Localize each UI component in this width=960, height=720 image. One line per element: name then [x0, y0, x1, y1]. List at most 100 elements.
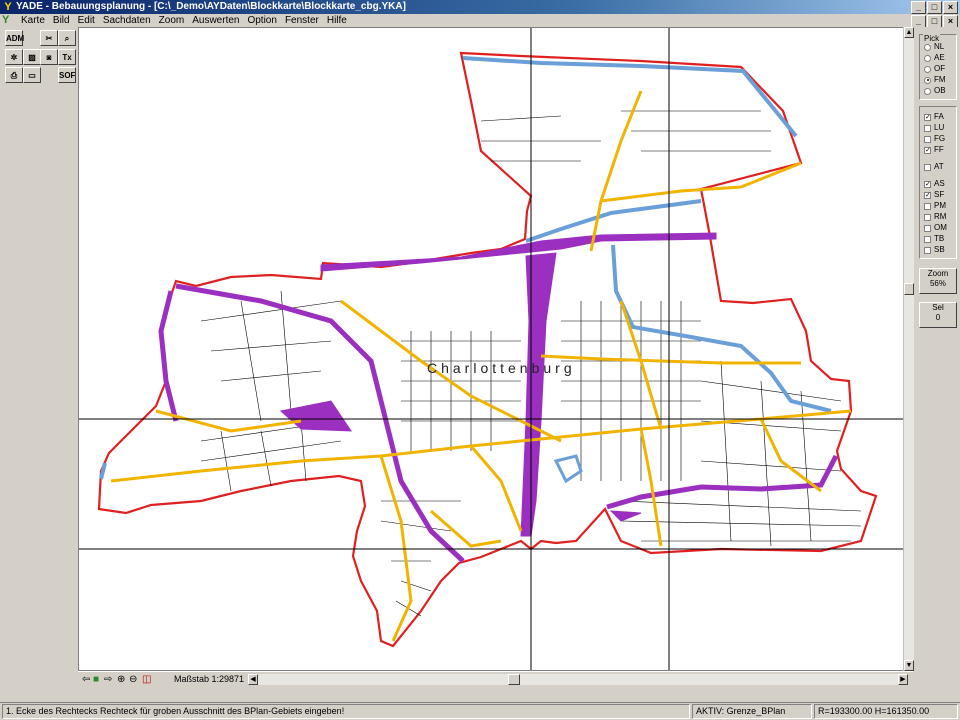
pick-option-of[interactable]: OF: [924, 64, 945, 74]
status-coordinates: R=193300.00 H=161350.00: [814, 704, 958, 719]
hatch-pattern-icon[interactable]: ▨: [23, 49, 41, 65]
camera-icon[interactable]: ◙: [40, 49, 58, 65]
vertical-scrollbar[interactable]: ▲ ▼: [903, 27, 914, 671]
tools-icon[interactable]: ✂: [40, 30, 58, 46]
layer-option-label: PM: [934, 201, 946, 210]
radio-icon[interactable]: [924, 65, 931, 73]
radio-icon[interactable]: [924, 76, 931, 84]
window-controls: _ □ ×: [911, 1, 958, 14]
text-tool-button[interactable]: Tx: [58, 49, 76, 65]
pick-option-fm[interactable]: FM: [924, 75, 946, 85]
menu-item-option[interactable]: Option: [243, 14, 280, 27]
layer-option-ff[interactable]: ✓ FF: [924, 145, 944, 155]
vertical-scroll-thumb[interactable]: [904, 283, 914, 295]
zoom-value: 56%: [929, 279, 946, 288]
layer-option-label: FG: [934, 134, 946, 143]
maximize-button[interactable]: □: [927, 1, 942, 14]
pick-option-ob[interactable]: OB: [924, 86, 946, 96]
pan-center-icon[interactable]: ■: [93, 674, 99, 685]
sof-tool-button[interactable]: SOF: [58, 67, 76, 83]
pan-left-icon[interactable]: ⇦: [82, 674, 90, 685]
scroll-down-icon[interactable]: ▼: [904, 660, 914, 671]
checkbox-icon[interactable]: [924, 235, 931, 243]
pick-option-label: FM: [934, 75, 946, 84]
pan-right-icon[interactable]: ⇨: [104, 674, 112, 685]
layer-select-icon[interactable]: ▭: [23, 67, 41, 83]
layer-option-lu[interactable]: LU: [924, 123, 944, 133]
zoom-out-icon[interactable]: ⊖: [129, 674, 137, 685]
checkbox-icon[interactable]: [924, 202, 931, 210]
scroll-left-icon[interactable]: ◀: [248, 674, 258, 685]
menu-item-edit[interactable]: Edit: [74, 14, 99, 27]
adm-tool-button[interactable]: ADM: [5, 30, 24, 46]
scroll-up-icon[interactable]: ▲: [904, 27, 914, 38]
status-message: 1. Ecke des Rechtecks Rechteck für grobe…: [2, 704, 690, 719]
menu-item-fenster[interactable]: Fenster: [281, 14, 323, 27]
district-label: Charlottenburg: [427, 360, 576, 376]
layer-option-fg[interactable]: FG: [924, 134, 945, 144]
layer-option-om[interactable]: OM: [924, 223, 947, 233]
print-icon[interactable]: ⎙: [5, 67, 23, 83]
menu-item-auswerten[interactable]: Auswerten: [188, 14, 243, 27]
layer-option-label: AS: [934, 179, 945, 188]
app-logo-icon: Y: [4, 1, 12, 13]
pick-group: Pick NL AE OF FM OB: [919, 34, 957, 100]
minimize-button[interactable]: _: [911, 1, 926, 14]
zoom-label: Zoom: [927, 269, 949, 278]
scroll-right-icon[interactable]: ▶: [898, 674, 908, 685]
layer-option-at[interactable]: AT: [924, 162, 944, 172]
checkbox-icon[interactable]: ✓: [924, 180, 931, 188]
map-view[interactable]: Charlottenburg: [78, 27, 913, 671]
menu-item-bild[interactable]: Bild: [49, 14, 74, 27]
zoom-in-icon[interactable]: ⊕: [117, 674, 125, 685]
radio-icon[interactable]: [924, 43, 931, 51]
pick-option-ae[interactable]: AE: [924, 53, 945, 63]
scale-readout: Maßstab 1:29871: [174, 674, 245, 684]
menu-item-sachdaten[interactable]: Sachdaten: [99, 14, 155, 27]
pick-option-label: NL: [934, 42, 945, 51]
close-button[interactable]: ×: [943, 1, 958, 14]
checkbox-icon[interactable]: [924, 246, 931, 254]
menu-items: Karte Bild Edit Sachdaten Zoom Auswerten Optio…: [17, 14, 351, 27]
horizontal-scroll-thumb[interactable]: [508, 674, 520, 685]
layer-option-sb[interactable]: SB: [924, 245, 945, 255]
checkbox-icon[interactable]: ✓: [924, 113, 931, 121]
selection-box[interactable]: Sel 0: [919, 302, 957, 328]
checkbox-icon[interactable]: [924, 163, 931, 171]
document-icon[interactable]: Y: [2, 14, 14, 27]
zoom-window-icon[interactable]: ◫: [142, 674, 151, 685]
checkbox-icon[interactable]: ✓: [924, 146, 931, 154]
layer-option-label: RM: [934, 212, 947, 221]
status-bar: 1. Ecke des Rechtecks Rechteck für grobe…: [0, 702, 960, 720]
menu-item-hilfe[interactable]: Hilfe: [323, 14, 351, 27]
layer-option-label: AT: [934, 162, 944, 171]
checkbox-icon[interactable]: [924, 224, 931, 232]
city-map[interactable]: Charlottenburg: [79, 28, 913, 671]
title-bar: Y YADE - Bebauungsplanung - [C:\_Demo\AY…: [0, 0, 960, 14]
layer-option-sf[interactable]: ✓ SF: [924, 190, 944, 200]
zoom-magnifier-icon[interactable]: ⌕: [58, 30, 76, 46]
menu-bar: Y Karte Bild Edit Sachdaten Zoom Auswerten Opt…: [0, 14, 960, 28]
checkbox-icon[interactable]: [924, 213, 931, 221]
layer-option-as[interactable]: ✓ AS: [924, 179, 945, 189]
settings-gear-icon[interactable]: ✲: [5, 49, 23, 65]
layer-option-label: OM: [934, 223, 947, 232]
menu-item-karte[interactable]: Karte: [17, 14, 49, 27]
pick-option-label: OB: [934, 86, 946, 95]
window-title: YADE - Bebauungsplanung - [C:\_Demo\AYDa…: [16, 1, 406, 12]
checkbox-icon[interactable]: [924, 135, 931, 143]
checkbox-icon[interactable]: [924, 124, 931, 132]
tool-palette: ADM ✂ ⌕ ✲ ▨ ◙ Tx ⎙ ▭ SOF: [0, 27, 78, 687]
pick-option-nl[interactable]: NL: [924, 42, 944, 52]
zoom-box[interactable]: Zoom 56%: [919, 268, 957, 294]
checkbox-icon[interactable]: ✓: [924, 191, 931, 199]
layer-option-rm[interactable]: RM: [924, 212, 946, 222]
radio-icon[interactable]: [924, 87, 931, 95]
radio-icon[interactable]: [924, 54, 931, 62]
layer-option-tb[interactable]: TB: [924, 234, 944, 244]
layer-group: ✓ FA LU FG ✓ FF AT ✓ AS ✓ SF PM RM OM TB SB: [919, 106, 957, 259]
horizontal-scrollbar[interactable]: ◀ ▶: [248, 674, 908, 685]
layer-option-fa[interactable]: ✓ FA: [924, 112, 944, 122]
layer-option-pm[interactable]: PM: [924, 201, 946, 211]
menu-item-zoom[interactable]: Zoom: [155, 14, 189, 27]
